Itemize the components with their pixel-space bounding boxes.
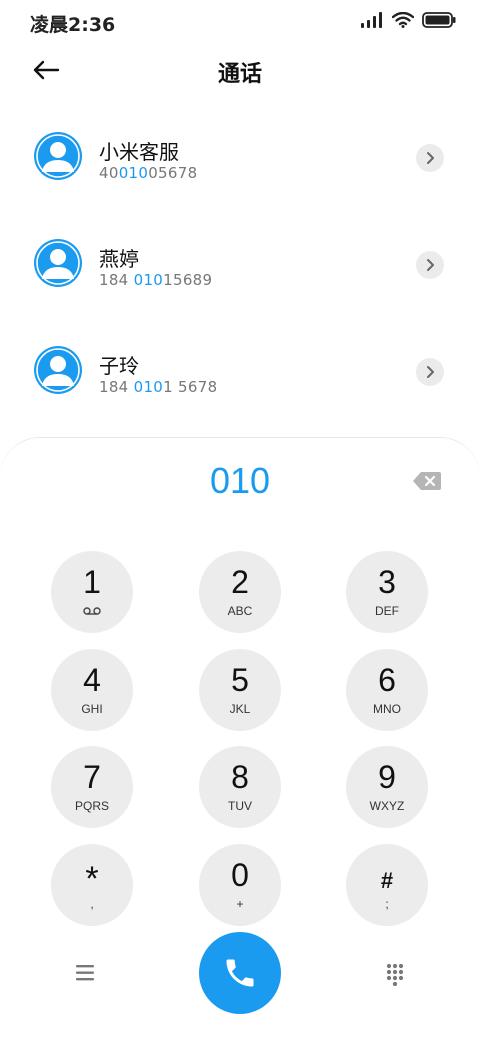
contact-avatar bbox=[34, 132, 82, 180]
contact-name: 燕婷 bbox=[99, 247, 139, 271]
number-match-highlight: 010 bbox=[118, 164, 149, 182]
contact-row[interactable]: 小米客服 4001005678 bbox=[0, 106, 480, 213]
keypad-toggle-button[interactable] bbox=[383, 962, 407, 987]
page-title: 通话 bbox=[217, 62, 262, 87]
contact-number: 184 01015689 bbox=[99, 271, 213, 289]
key-0[interactable]: 0 + bbox=[199, 844, 281, 926]
contact-avatar bbox=[34, 346, 82, 394]
contact-avatar bbox=[34, 239, 82, 287]
backspace-icon bbox=[413, 472, 441, 490]
backspace-button[interactable] bbox=[412, 470, 442, 492]
key-5[interactable]: 5 JKL bbox=[199, 649, 281, 731]
person-icon bbox=[36, 134, 80, 178]
menu-icon bbox=[76, 965, 94, 981]
key-6[interactable]: 6 MNO bbox=[346, 649, 428, 731]
battery-icon bbox=[422, 12, 456, 28]
contact-row[interactable]: 燕婷 184 01015689 bbox=[0, 213, 480, 320]
header: 通话 bbox=[0, 44, 480, 96]
contact-details-button[interactable] bbox=[416, 251, 444, 279]
chevron-right-icon bbox=[427, 366, 434, 378]
contact-suggestions-list: 小米客服 4001005678 燕婷 184 01015689 子玲 184 0… bbox=[0, 106, 480, 427]
key-9[interactable]: 9 WXYZ bbox=[346, 746, 428, 828]
menu-button[interactable] bbox=[72, 962, 98, 984]
status-time: 凌晨2:36 bbox=[30, 14, 116, 36]
contact-details-button[interactable] bbox=[416, 358, 444, 386]
contact-number: 184 0101 5678 bbox=[99, 378, 218, 396]
signal-icon bbox=[361, 12, 382, 28]
chevron-right-icon bbox=[427, 152, 434, 164]
contact-details-button[interactable] bbox=[416, 144, 444, 172]
status-icons bbox=[360, 12, 456, 28]
number-match-highlight: 010 bbox=[133, 378, 164, 396]
key-8[interactable]: 8 TUV bbox=[199, 746, 281, 828]
voicemail-icon bbox=[83, 607, 101, 615]
person-icon bbox=[36, 241, 80, 285]
person-icon bbox=[36, 348, 80, 392]
key-2[interactable]: 2 ABC bbox=[199, 551, 281, 633]
contact-row[interactable]: 子玲 184 0101 5678 bbox=[0, 320, 480, 427]
key-hash[interactable]: # ; bbox=[346, 844, 428, 926]
number-match-highlight: 010 bbox=[133, 271, 164, 289]
key-7[interactable]: 7 PQRS bbox=[51, 746, 133, 828]
wifi-icon bbox=[392, 12, 414, 28]
dialer-bottom-bar bbox=[0, 932, 480, 1022]
chevron-right-icon bbox=[427, 259, 434, 271]
phone-icon bbox=[226, 959, 254, 987]
keypad-grid-icon bbox=[386, 963, 404, 987]
contact-name: 小米客服 bbox=[99, 140, 179, 164]
key-3[interactable]: 3 DEF bbox=[346, 551, 428, 633]
call-button[interactable] bbox=[199, 932, 281, 1014]
dialed-number-display[interactable]: 010 bbox=[0, 460, 480, 502]
status-bar: 凌晨2:36 bbox=[0, 0, 480, 44]
contact-number: 4001005678 bbox=[99, 164, 198, 182]
contact-name: 子玲 bbox=[99, 354, 139, 378]
key-4[interactable]: 4 GHI bbox=[51, 649, 133, 731]
key-1[interactable]: 1 bbox=[51, 551, 133, 633]
key-star[interactable]: * , bbox=[51, 844, 133, 926]
